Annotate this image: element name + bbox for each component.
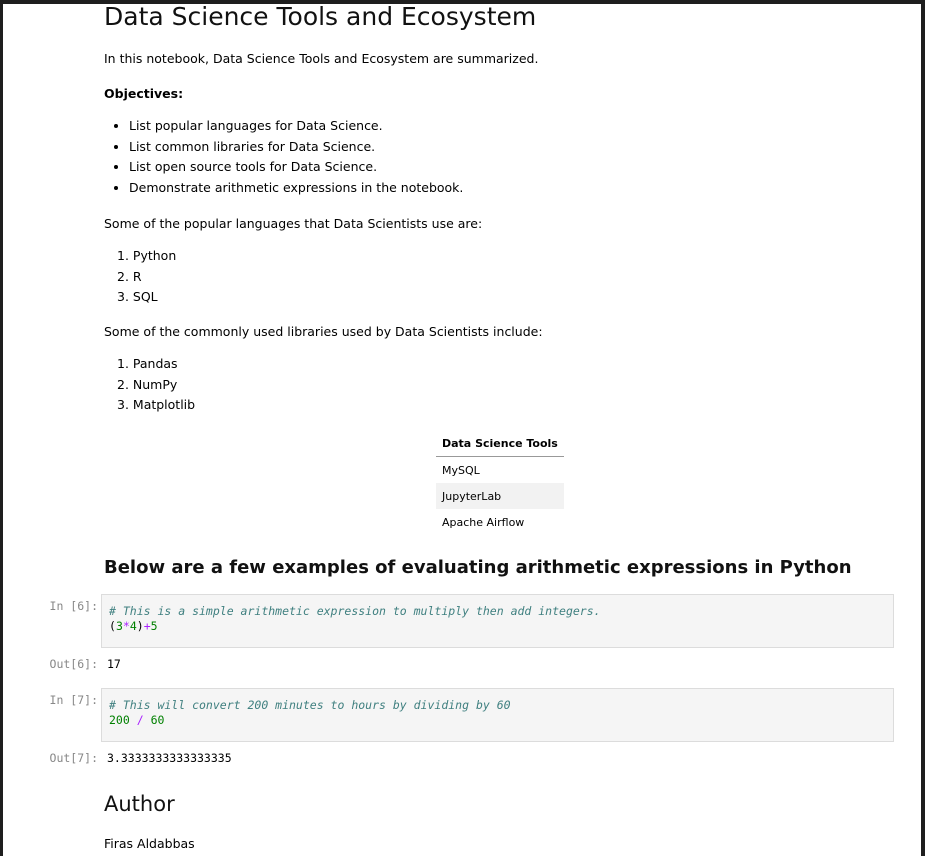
list-item: R (117, 267, 917, 288)
code-cell[interactable]: # This is a simple arithmetic expression… (101, 594, 894, 648)
notebook-page: Data Science Tools and Ecosystem In this… (3, 4, 921, 856)
code-token: 3 (115, 619, 123, 633)
libraries-intro: Some of the commonly used libraries used… (104, 324, 543, 339)
code-token: ( (109, 619, 116, 633)
objectives-list: List popular languages for Data Science.… (104, 116, 921, 198)
languages-list: Python R SQL (105, 246, 917, 308)
list-item: List popular languages for Data Science. (129, 116, 921, 137)
code-token: 4 (129, 619, 137, 633)
code-token: 5 (150, 619, 158, 633)
table-row: JupyterLab (436, 483, 564, 509)
tools-table: Data Science Tools MySQL JupyterLab Apac… (436, 431, 564, 535)
code-comment: # This will convert 200 minutes to hours… (109, 698, 511, 712)
author-heading: Author (104, 792, 175, 816)
examples-heading: Below are a few examples of evaluating a… (104, 557, 852, 578)
table-cell: MySQL (442, 463, 480, 477)
input-prompt: In [6]: (49, 599, 98, 613)
code-comment: # This is a simple arithmetic expression… (109, 604, 601, 618)
code-token: 200 (109, 713, 130, 727)
table-row: Apache Airflow (436, 509, 564, 535)
author-name: Firas Aldabbas (104, 836, 195, 851)
cell-output: 3.3333333333333335 (107, 751, 232, 765)
input-prompt: In [7]: (49, 693, 98, 707)
code-token: * (122, 619, 130, 633)
list-item: NumPy (117, 375, 917, 396)
page-title: Data Science Tools and Ecosystem (104, 4, 537, 31)
list-item: List common libraries for Data Science. (129, 137, 921, 158)
code-token: / (129, 713, 151, 727)
table-cell: Apache Airflow (442, 515, 525, 529)
list-item: Demonstrate arithmetic expressions in th… (129, 178, 921, 199)
list-item: Matplotlib (117, 395, 917, 416)
code-token: ) (136, 619, 144, 633)
code-cell[interactable]: # This will convert 200 minutes to hours… (101, 688, 894, 742)
table-row: MySQL (436, 457, 564, 484)
table-cell: JupyterLab (436, 483, 564, 509)
code-token: 60 (150, 713, 165, 727)
list-item: SQL (117, 287, 917, 308)
output-prompt: Out[7]: (49, 751, 98, 765)
libraries-list: Pandas NumPy Matplotlib (105, 354, 917, 416)
languages-intro: Some of the popular languages that Data … (104, 216, 483, 231)
intro-text: In this notebook, Data Science Tools and… (104, 51, 539, 66)
table-header: Data Science Tools (436, 431, 564, 457)
list-item: List open source tools for Data Science. (129, 157, 921, 178)
objectives-heading: Objectives: (104, 86, 184, 101)
output-prompt: Out[6]: (49, 657, 98, 671)
cell-output: 17 (107, 657, 121, 671)
code-token: + (143, 619, 151, 633)
list-item: Pandas (117, 354, 917, 375)
list-item: Python (117, 246, 917, 267)
